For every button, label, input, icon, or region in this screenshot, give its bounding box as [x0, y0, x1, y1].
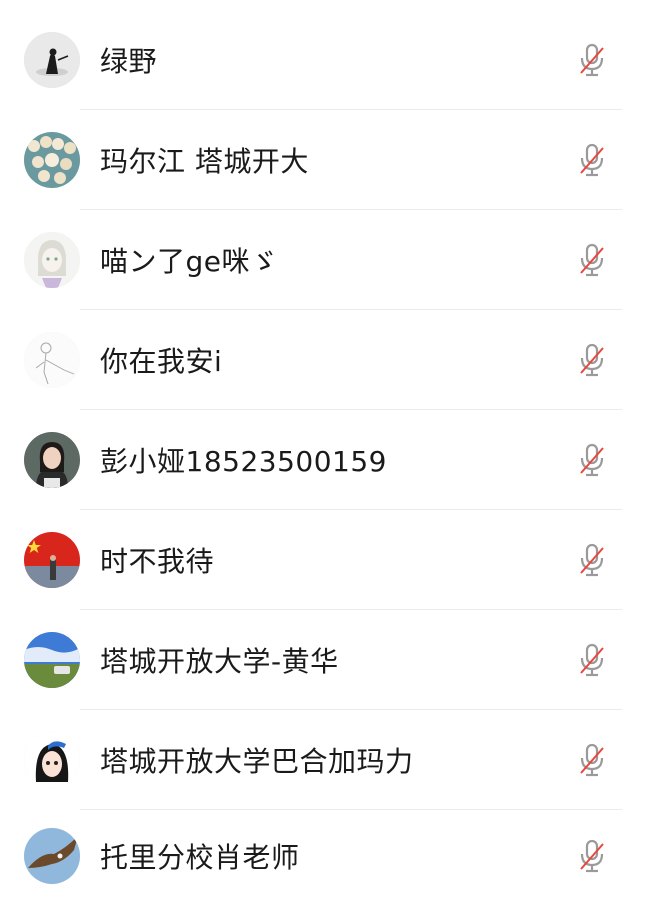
member-name: 玛尔江 塔城开大: [100, 145, 309, 178]
microphone-muted-icon[interactable]: [576, 242, 608, 278]
microphone-muted-icon[interactable]: [576, 42, 608, 78]
microphone-muted-icon[interactable]: [576, 542, 608, 578]
eagle-avatar[interactable]: [24, 828, 80, 884]
sketch-figure-avatar[interactable]: [24, 332, 80, 388]
member-name: 彭小娅18523500159: [100, 445, 387, 478]
woman-photo-avatar[interactable]: [24, 432, 80, 488]
microphone-muted-icon[interactable]: [576, 838, 608, 874]
member-row[interactable]: 你在我安i: [0, 310, 650, 410]
member-row[interactable]: 时不我待: [0, 510, 650, 610]
flag-avatar[interactable]: [24, 532, 80, 588]
member-name: 托里分校肖老师: [100, 841, 300, 874]
member-row[interactable]: 托里分校肖老师: [0, 806, 650, 906]
member-name: 绿野: [100, 45, 158, 78]
microphone-muted-icon[interactable]: [576, 142, 608, 178]
member-row[interactable]: 绿野: [0, 10, 650, 110]
member-name: 塔城开放大学-黄华: [100, 645, 339, 678]
cartoon-girl-avatar[interactable]: [24, 732, 80, 788]
member-list: 绿野 玛尔江 塔城开大 喵ン了ge咪ゞ 你在我安i 彭小娅18523500159…: [0, 0, 650, 895]
member-row[interactable]: 塔城开放大学巴合加玛力: [0, 710, 650, 810]
member-row[interactable]: 塔城开放大学-黄华: [0, 610, 650, 710]
anime-girl-avatar[interactable]: [24, 232, 80, 288]
member-name: 喵ン了ge咪ゞ: [100, 245, 279, 278]
member-row[interactable]: 喵ン了ge咪ゞ: [0, 210, 650, 310]
microphone-muted-icon[interactable]: [576, 442, 608, 478]
ink-figure-avatar[interactable]: [24, 32, 80, 88]
member-name: 你在我安i: [100, 345, 223, 378]
microphone-muted-icon[interactable]: [576, 342, 608, 378]
microphone-muted-icon[interactable]: [576, 742, 608, 778]
member-row[interactable]: 玛尔江 塔城开大: [0, 110, 650, 210]
microphone-muted-icon[interactable]: [576, 642, 608, 678]
member-row[interactable]: 彭小娅18523500159: [0, 410, 650, 510]
landscape-avatar[interactable]: [24, 632, 80, 688]
member-name: 时不我待: [100, 545, 215, 578]
pearls-avatar[interactable]: [24, 132, 80, 188]
member-name: 塔城开放大学巴合加玛力: [100, 745, 414, 778]
